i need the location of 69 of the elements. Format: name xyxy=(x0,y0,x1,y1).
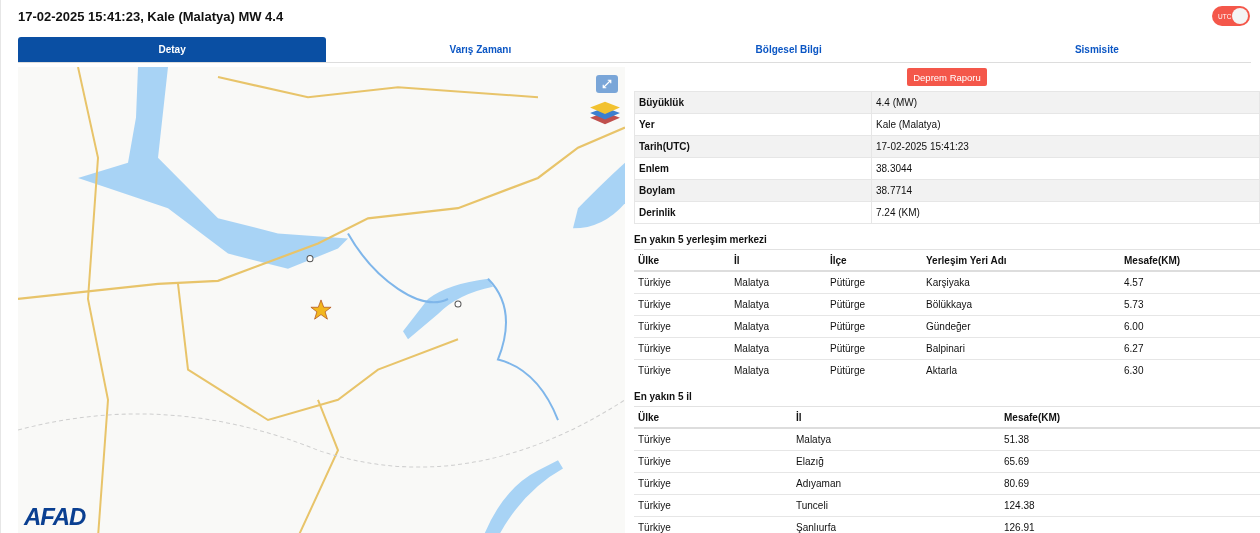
column-header: Ülke xyxy=(634,249,730,271)
table-cell: Pütürge xyxy=(826,337,922,360)
table-cell: Şanlıurfa xyxy=(792,516,1000,533)
table-cell: 17-02-2025 15:41:23 xyxy=(871,135,1260,158)
table-cell: Türkiye xyxy=(634,359,730,381)
column-header: Yerleşim Yeri Adı xyxy=(922,249,1120,271)
table-cell: Türkiye xyxy=(634,293,730,316)
table-cell: Balpinari xyxy=(922,337,1120,360)
table-cell: Pütürge xyxy=(826,359,922,381)
table-cell: Türkiye xyxy=(634,472,792,495)
table-cell: Pütürge xyxy=(826,271,922,294)
column-header: Mesafe(KM) xyxy=(1000,406,1260,428)
table-cell: Malatya xyxy=(730,359,826,381)
table-cell: 51.38 xyxy=(1000,428,1260,451)
table-cell: 38.3044 xyxy=(871,157,1260,180)
table-cell: Gündeğer xyxy=(922,315,1120,338)
table-cell: Türkiye xyxy=(634,337,730,360)
table-cell: Pütürge xyxy=(826,293,922,316)
table-cell: Türkiye xyxy=(634,428,792,451)
table-cell: 6.00 xyxy=(1120,315,1260,338)
table-cell: 80.69 xyxy=(1000,472,1260,495)
table-cell: Büyüklük xyxy=(634,91,872,114)
table-cell: 5.73 xyxy=(1120,293,1260,316)
table-cell: Türkiye xyxy=(634,494,792,517)
column-header: Mesafe(KM) xyxy=(1120,249,1260,271)
table-cell: Türkiye xyxy=(634,315,730,338)
page-title: 17-02-2025 15:41:23, Kale (Malatya) MW 4.4 xyxy=(18,8,284,24)
table-cell: Bölükkaya xyxy=(922,293,1120,316)
column-header: İl xyxy=(730,249,826,271)
table-cell: 124.38 xyxy=(1000,494,1260,517)
column-header: İlçe xyxy=(826,249,922,271)
table-cell: 126.91 xyxy=(1000,516,1260,533)
table-cell: Yer xyxy=(634,113,872,136)
table-cell: Derinlik xyxy=(634,201,872,224)
layers-icon[interactable] xyxy=(589,99,621,127)
tab[interactable]: Detay xyxy=(18,37,327,62)
table-cell: Karşiyaka xyxy=(922,271,1120,294)
fullscreen-icon xyxy=(601,78,613,90)
table-cell: Tunceli xyxy=(792,494,1000,517)
fullscreen-button[interactable] xyxy=(596,75,618,93)
table-cell: Enlem xyxy=(634,157,872,180)
table-cell: 6.30 xyxy=(1120,359,1260,381)
table-cell: Pütürge xyxy=(826,315,922,338)
table-cell: Malatya xyxy=(792,428,1000,451)
table-cell: Malatya xyxy=(730,271,826,294)
table-cell: Türkiye xyxy=(634,450,792,473)
column-header: Ülke xyxy=(634,406,792,428)
table-cell: Kale (Malatya) xyxy=(871,113,1260,136)
section-title: En yakın 5 il xyxy=(634,391,693,402)
table-cell: Aktarla xyxy=(922,359,1120,381)
table-cell: Boylam xyxy=(634,179,872,202)
table-cell: Türkiye xyxy=(634,516,792,533)
section-title: En yakın 5 yerleşim merkezi xyxy=(634,234,768,245)
table-cell: 38.7714 xyxy=(871,179,1260,202)
table-cell: 6.27 xyxy=(1120,337,1260,360)
table-cell: Malatya xyxy=(730,337,826,360)
table-cell: Malatya xyxy=(730,293,826,316)
table-cell: Adıyaman xyxy=(792,472,1000,495)
table-cell: 4.57 xyxy=(1120,271,1260,294)
table-cell: Türkiye xyxy=(634,271,730,294)
table-cell: 7.24 (KM) xyxy=(871,201,1260,224)
table-cell: Elazığ xyxy=(792,450,1000,473)
table-cell: Malatya xyxy=(730,315,826,338)
table-cell: 65.69 xyxy=(1000,450,1260,473)
table-cell: 4.4 (MW) xyxy=(871,91,1260,114)
table-cell: Tarih(UTC) xyxy=(634,135,872,158)
epicenter-star-icon xyxy=(310,299,332,321)
afad-logo: AFAD xyxy=(24,503,86,531)
column-header: İl xyxy=(792,406,1000,428)
